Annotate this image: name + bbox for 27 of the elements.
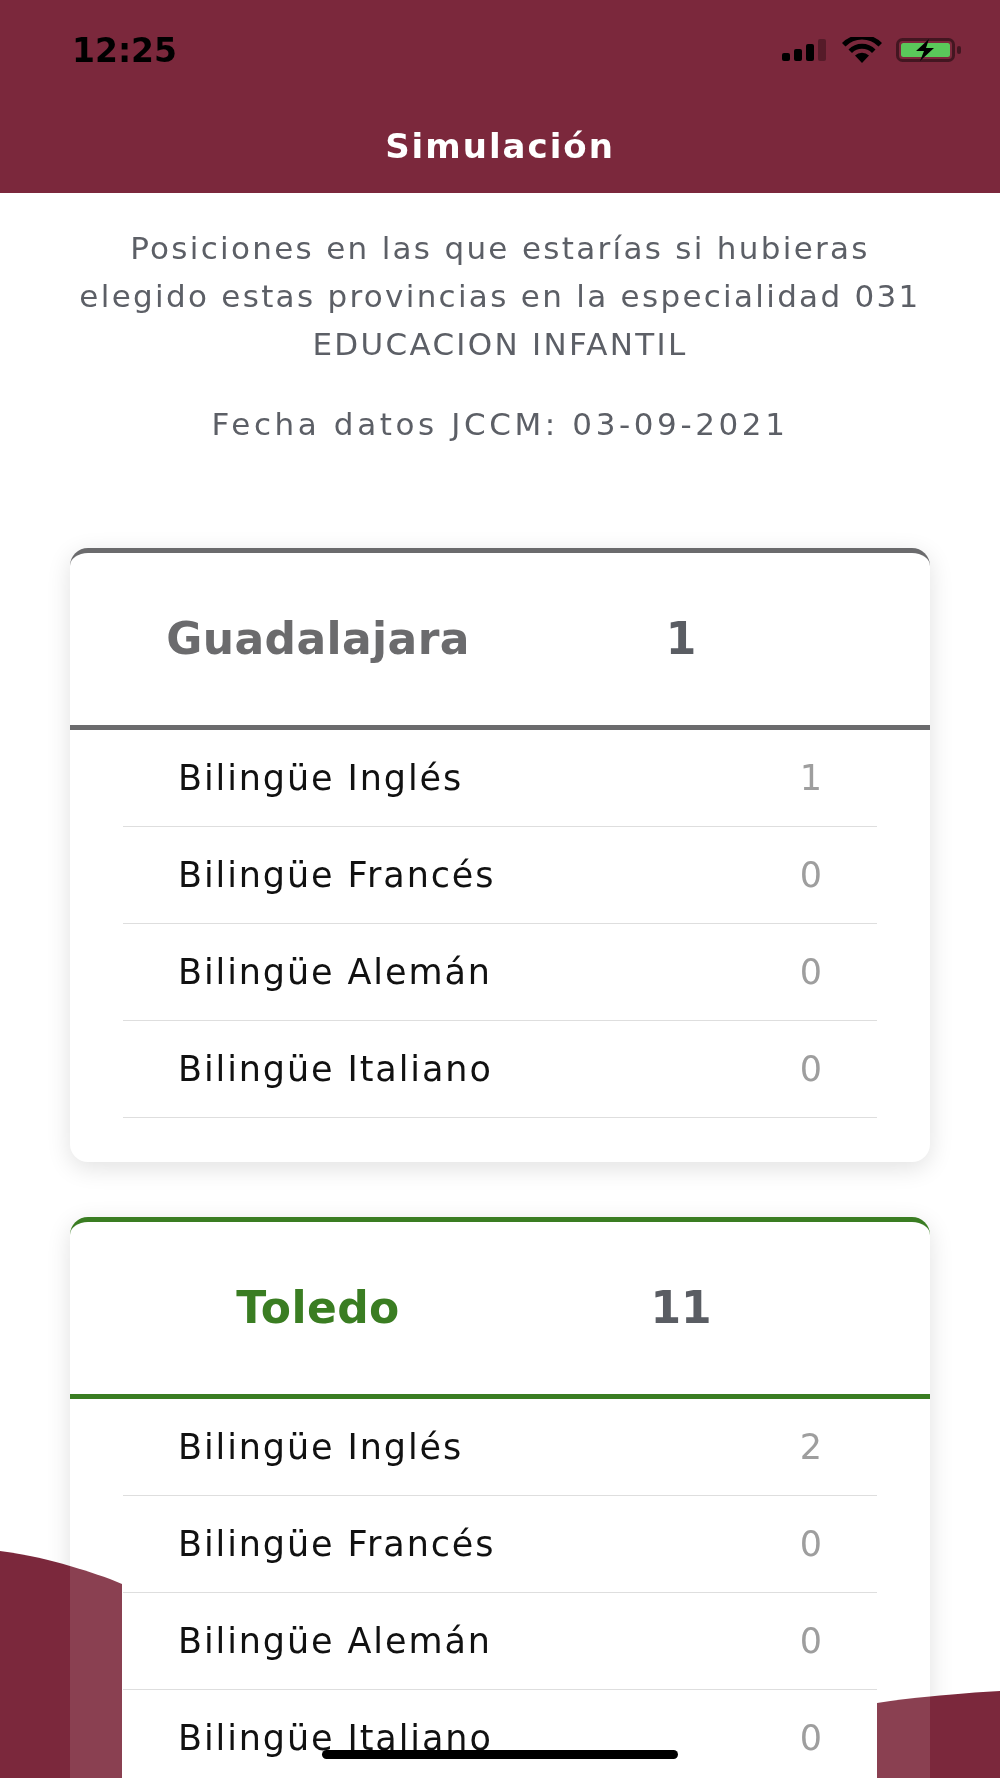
wifi-icon (842, 37, 882, 63)
row-label: Bilingüe Alemán (178, 951, 492, 993)
row-label: Bilingüe Italiano (178, 1717, 493, 1759)
row-label: Bilingüe Inglés (178, 1426, 464, 1468)
row-value: 0 (799, 1523, 822, 1565)
screen-title: Simulación (385, 126, 615, 167)
province-name: Toledo (236, 1281, 400, 1335)
status-time: 12:25 (72, 33, 178, 67)
row-value: 0 (799, 951, 822, 993)
row-value: 2 (799, 1426, 822, 1468)
row-value: 0 (799, 1717, 822, 1759)
position-number: 1 (665, 612, 697, 666)
signal-icon (782, 39, 828, 61)
row-label: Bilingüe Italiano (178, 1048, 493, 1090)
row-value: 0 (799, 854, 822, 896)
row-label: Bilingüe Alemán (178, 1620, 492, 1662)
battery-icon (896, 38, 962, 62)
position-number: 11 (650, 1281, 712, 1335)
row-label: Bilingüe Francés (178, 1523, 496, 1565)
description-text: Posiciones en las que estarías si hubieras elegido estas provincias en la especialidad 031 EDUCACION INFANTIL (78, 229, 922, 364)
row-label: Bilingüe Inglés (178, 757, 464, 799)
row-value: 0 (799, 1620, 822, 1662)
row-value: 0 (799, 1048, 822, 1090)
row-label: Bilingüe Francés (178, 854, 496, 896)
province-name: Guadalajara (166, 612, 470, 666)
data-date-text: Fecha datos JCCM: 03-09-2021 (211, 405, 789, 444)
row-value: 1 (799, 757, 822, 799)
